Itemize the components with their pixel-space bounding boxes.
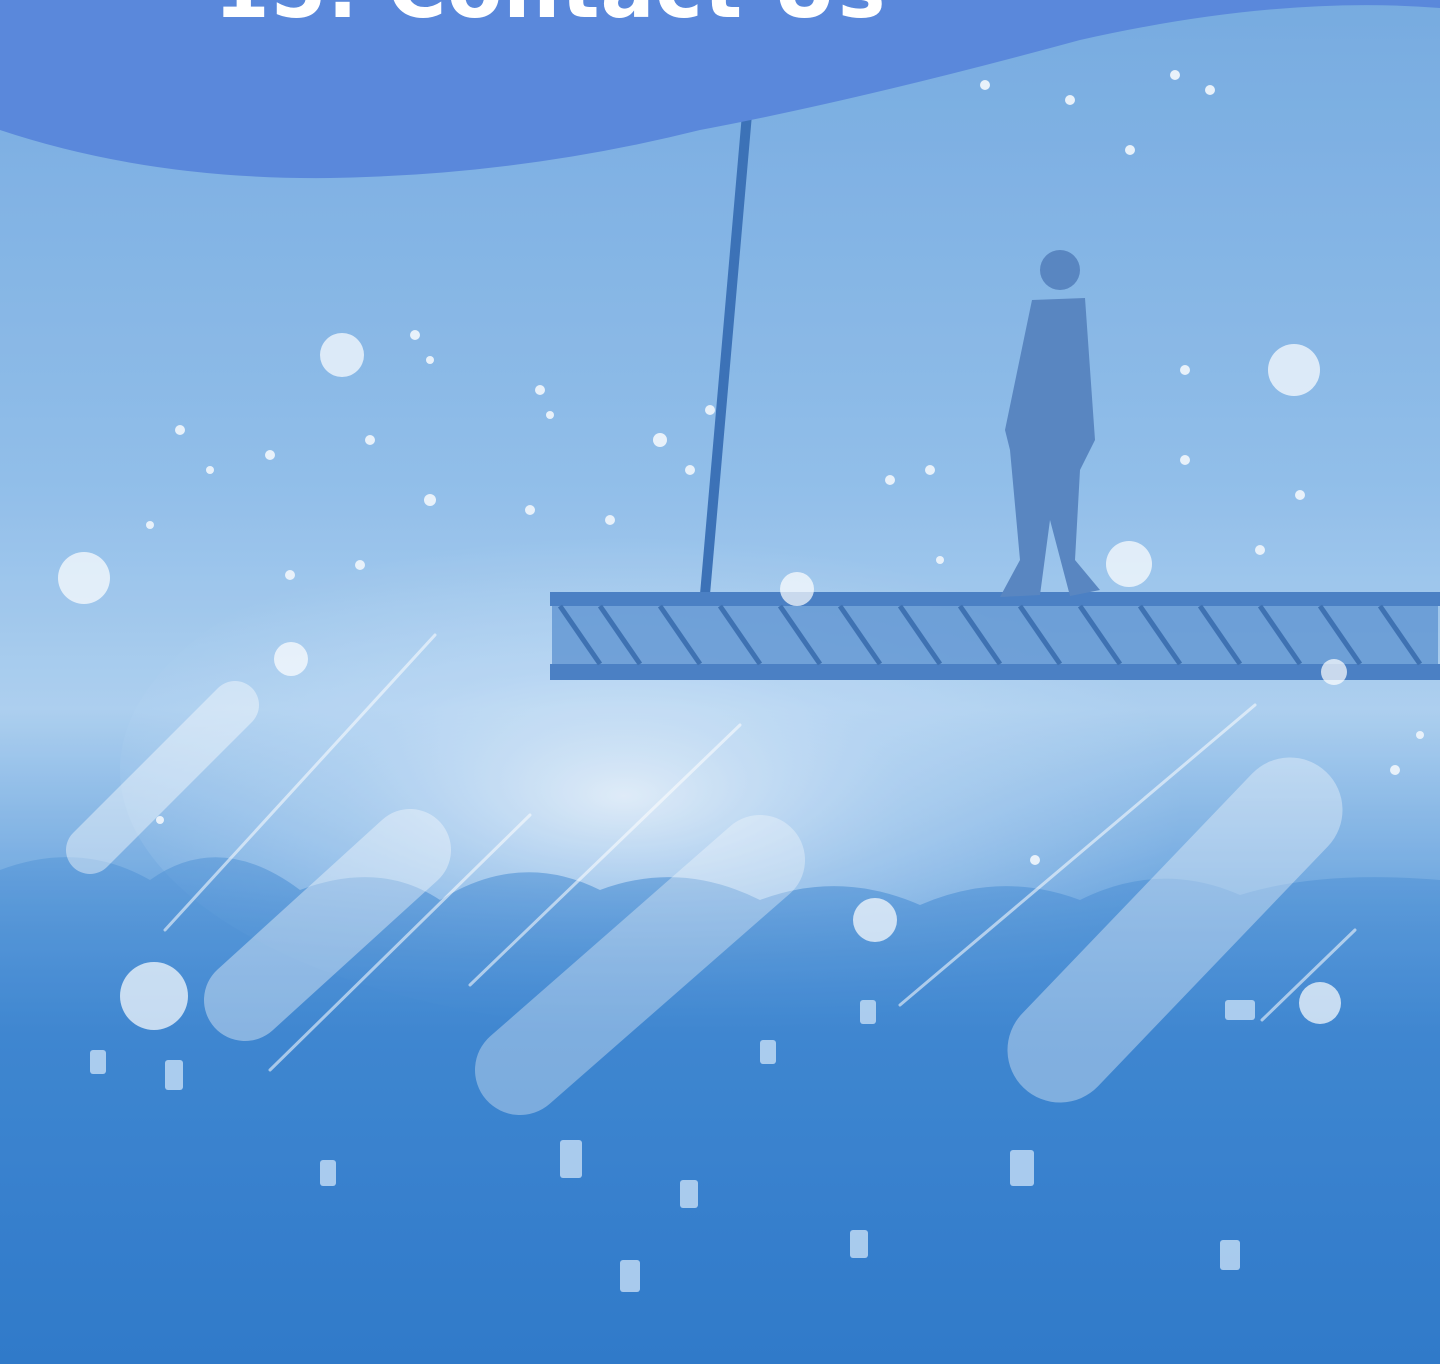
dot-decoration: [780, 572, 814, 606]
pill-decoration: [475, 815, 805, 1115]
decor-pills: [66, 681, 1343, 1115]
dot-decoration: [1268, 344, 1320, 396]
dot-decoration: [1106, 541, 1152, 587]
contact-slide: 15. Contact Us: [0, 0, 1440, 1364]
dot-decoration: [853, 898, 897, 942]
dot-decoration: [1299, 982, 1341, 1024]
page-title: 15. Contact Us: [214, 0, 887, 30]
pill-decoration: [66, 681, 259, 874]
dot-decoration: [58, 552, 110, 604]
decor-overlay: [0, 0, 1440, 1115]
dot-decoration: [320, 333, 364, 377]
dot-decoration: [120, 962, 188, 1030]
pill-decoration: [204, 809, 451, 1041]
dot-decoration: [1321, 659, 1347, 685]
dot-decoration: [274, 642, 308, 676]
pill-decoration: [1007, 757, 1343, 1103]
